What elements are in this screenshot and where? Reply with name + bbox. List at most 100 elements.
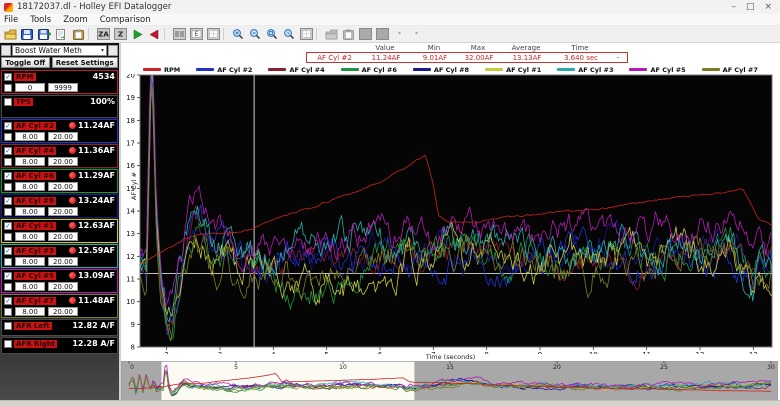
main-plot[interactable]: 2019181716151413121110982345678910111213… <box>121 74 780 354</box>
channel-max-input[interactable] <box>48 307 78 316</box>
channel-value: 12.63AF <box>78 221 115 230</box>
legend-item-rpm[interactable]: RPM <box>143 66 180 74</box>
menu-comparison[interactable]: Comparison <box>100 15 151 25</box>
save-icon[interactable] <box>19 27 35 41</box>
channel-scale-checkbox[interactable] <box>4 133 12 141</box>
channel-min-input[interactable] <box>15 207 45 216</box>
minimize-button[interactable]: – <box>731 2 736 12</box>
channel-max-input[interactable] <box>48 207 78 216</box>
channel-min-input[interactable] <box>15 307 45 316</box>
channel-min-input[interactable] <box>15 232 45 241</box>
export-file-icon[interactable] <box>53 27 69 41</box>
channel-value: 13.09AF <box>78 271 115 280</box>
channel-value: 12.59AF <box>78 246 115 255</box>
open-file-icon[interactable] <box>2 27 18 41</box>
legend-item-af-cyl-3[interactable]: AF Cyl #3 <box>557 66 613 74</box>
channel-scale-checkbox[interactable] <box>4 233 12 241</box>
menu-file[interactable]: File <box>4 15 18 25</box>
channel-min-input[interactable] <box>15 257 45 266</box>
channel-af-cyl-5: ✓AF Cyl #513.09AF <box>1 269 118 293</box>
channel-value: 11.24AF <box>78 121 115 130</box>
maximize-button[interactable]: □ <box>746 2 755 12</box>
channel-scale-checkbox[interactable] <box>4 158 12 166</box>
legend-item-af-cyl-2[interactable]: AF Cyl #2 <box>196 66 252 74</box>
channel-min-input[interactable] <box>15 182 45 191</box>
zoom-time-icon[interactable] <box>281 27 297 41</box>
legend-item-af-cyl-6[interactable]: AF Cyl #6 <box>341 66 397 74</box>
legend-label: AF Cyl #5 <box>650 66 685 74</box>
channel-max-input[interactable] <box>48 157 78 166</box>
channel-visibility-checkbox[interactable] <box>4 340 12 348</box>
channel-min-input[interactable] <box>15 157 45 166</box>
channel-scale-checkbox[interactable] <box>4 183 12 191</box>
y-tick-label: 20 <box>126 74 135 80</box>
channel-max-input[interactable] <box>48 232 78 241</box>
channel-min-input[interactable] <box>15 282 45 291</box>
menu-zoom[interactable]: Zoom <box>63 15 88 25</box>
overview-strip[interactable]: 051015202530 <box>121 361 778 401</box>
alarm-led-icon <box>69 172 76 179</box>
play-forward-icon[interactable] <box>129 27 145 41</box>
channel-max-input[interactable] <box>48 83 78 92</box>
info-min: 9.01AF <box>413 54 457 62</box>
channel-max-input[interactable] <box>48 182 78 191</box>
channel-visibility-checkbox[interactable] <box>4 322 12 330</box>
channel-visibility-checkbox[interactable]: ✓ <box>4 222 12 230</box>
x-axis-title: Time (seconds) <box>121 354 780 361</box>
legend-item-af-cyl-7[interactable]: AF Cyl #7 <box>702 66 758 74</box>
zoom-in-icon[interactable] <box>230 27 246 41</box>
channel-min-input[interactable] <box>15 132 45 141</box>
x-tick-label: 7 <box>431 351 435 354</box>
info-max: 32.00AF <box>457 54 501 62</box>
channel-visibility-checkbox[interactable]: ✓ <box>4 172 12 180</box>
preset-prev-button[interactable] <box>1 45 11 56</box>
legend-swatch <box>341 68 359 71</box>
reset-settings-button[interactable]: Reset Settings <box>52 57 119 68</box>
channel-visibility-checkbox[interactable]: ✓ <box>4 272 12 280</box>
channel-visibility-checkbox[interactable]: ✓ <box>4 247 12 255</box>
zoom-all-icon[interactable]: ZA <box>95 27 111 41</box>
legend-item-af-cyl-1[interactable]: AF Cyl #1 <box>485 66 541 74</box>
channel-scale-checkbox[interactable] <box>4 258 12 266</box>
overview-tick-label: 5 <box>234 364 238 371</box>
toolbar-separator <box>223 28 228 40</box>
x-tick-label: 5 <box>324 351 328 354</box>
overlay-view-icon[interactable] <box>171 27 187 41</box>
channel-scale-checkbox[interactable] <box>4 308 12 316</box>
toggle-off-button[interactable]: Toggle Off <box>1 57 50 68</box>
grid-view-icon[interactable] <box>205 27 221 41</box>
table-view-icon[interactable]: E <box>188 27 204 41</box>
y-tick-label: 9 <box>131 321 135 329</box>
channel-visibility-checkbox[interactable]: ✓ <box>4 122 12 130</box>
menu-tools[interactable]: Tools <box>30 15 51 25</box>
preset-dropdown[interactable]: Boost Water Meth ▾ <box>12 45 107 56</box>
close-button[interactable]: × <box>764 2 772 12</box>
channel-visibility-checkbox[interactable] <box>4 98 12 106</box>
clipboard-icon[interactable] <box>70 27 86 41</box>
zoom-out-icon[interactable] <box>247 27 263 41</box>
channel-scale-checkbox[interactable] <box>4 84 12 92</box>
channel-visibility-checkbox[interactable]: ✓ <box>4 297 12 305</box>
legend-item-af-cyl-5[interactable]: AF Cyl #5 <box>629 66 685 74</box>
toolbar-separator <box>88 28 93 40</box>
channel-visibility-checkbox[interactable]: ✓ <box>4 73 12 81</box>
zoom-box-icon[interactable] <box>264 27 280 41</box>
legend-item-af-cyl-4[interactable]: AF Cyl #4 <box>268 66 324 74</box>
channel-max-input[interactable] <box>48 282 78 291</box>
save-as-icon[interactable] <box>36 27 52 41</box>
channel-max-input[interactable] <box>48 132 78 141</box>
channel-max-input[interactable] <box>48 257 78 266</box>
grid-toggle-icon[interactable] <box>298 27 314 41</box>
legend-item-af-cyl-8[interactable]: AF Cyl #8 <box>413 66 469 74</box>
play-reverse-icon[interactable] <box>146 27 162 41</box>
channel-scale-checkbox[interactable] <box>4 283 12 291</box>
channel-visibility-checkbox[interactable]: ✓ <box>4 147 12 155</box>
legend-swatch <box>143 68 161 71</box>
zoom-icon[interactable]: Z <box>112 27 128 41</box>
channel-visibility-checkbox[interactable]: ✓ <box>4 197 12 205</box>
channel-min-input[interactable] <box>15 83 45 92</box>
channel-scale-checkbox[interactable] <box>4 208 12 216</box>
preset-next-button[interactable] <box>108 45 118 56</box>
legend-label: AF Cyl #1 <box>506 66 541 74</box>
plot-canvas[interactable]: 2019181716151413121110982345678910111213 <box>121 74 778 354</box>
